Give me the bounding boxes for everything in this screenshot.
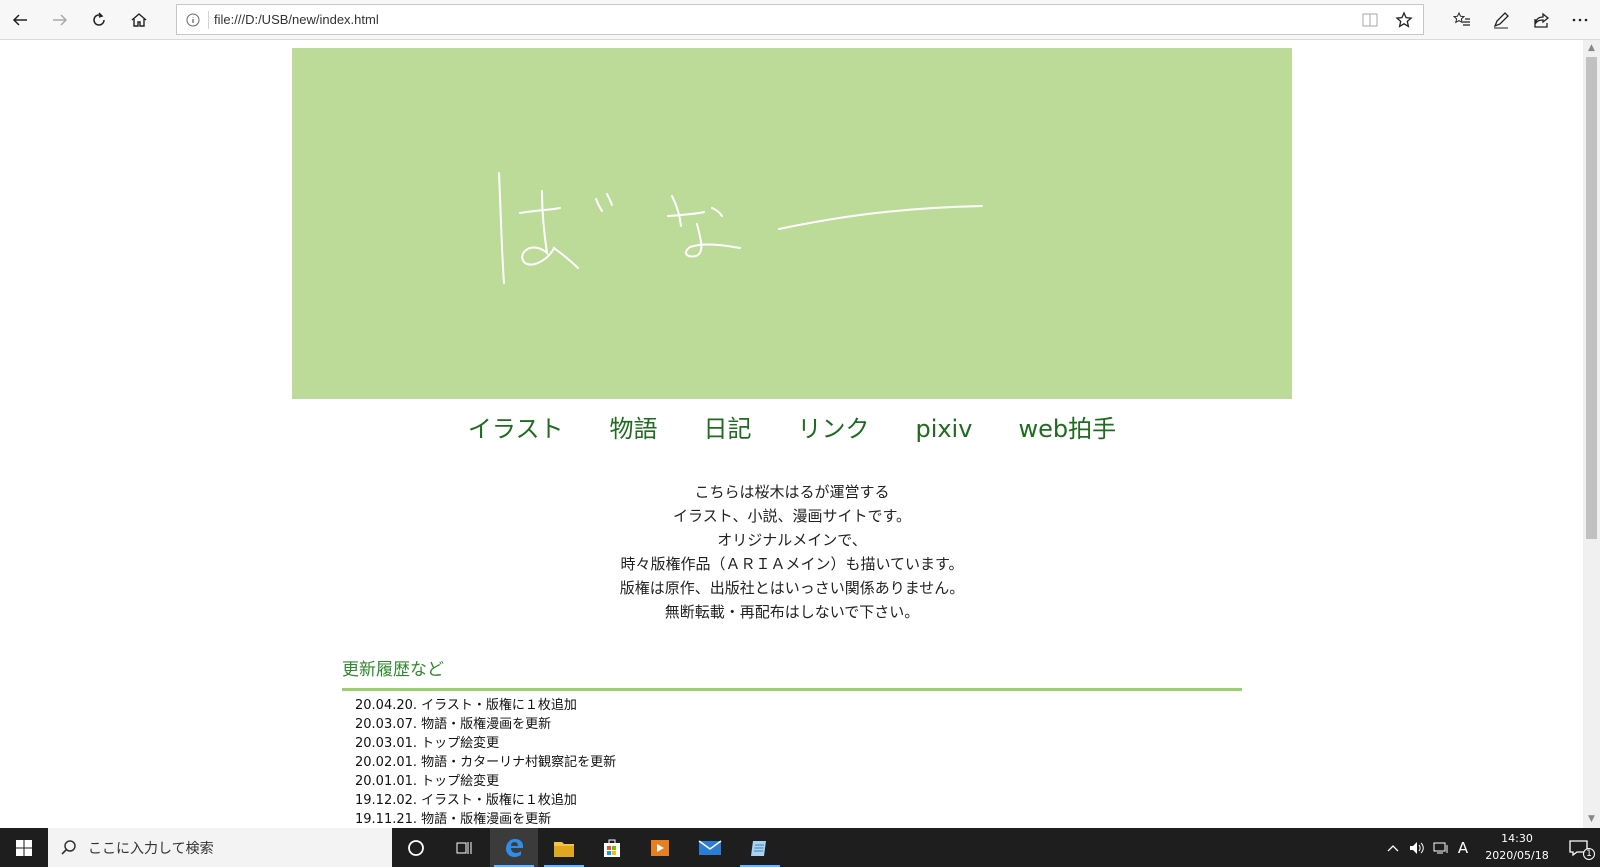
nav-link-illust[interactable]: イラスト: [468, 409, 564, 449]
notepad-icon[interactable]: [736, 828, 784, 867]
cortana-icon[interactable]: [392, 828, 440, 867]
history-item: 20.03.07. 物語・版権漫画を更新: [355, 717, 552, 732]
browser-toolbar: file:///D:/USB/new/index.html: [0, 0, 1600, 40]
notification-icon[interactable]: 1: [1562, 828, 1596, 867]
chevron-up-icon[interactable]: [1383, 828, 1403, 867]
address-separator: [208, 11, 209, 29]
edge-icon[interactable]: [490, 828, 538, 867]
history-item: 20.03.01. トップ絵変更: [355, 736, 500, 751]
intro-line: 無断転載・再配布はしないで下さい。: [664, 603, 920, 621]
search-placeholder: ここに入力して検索: [88, 840, 214, 857]
site-introduction: こちらは桜木はるが運営する イラスト、小説、漫画サイトです。 オリジナルメインで…: [292, 480, 1292, 624]
system-clock[interactable]: 14:30 2020/05/18: [1472, 830, 1562, 864]
ime-indicator[interactable]: A: [1454, 828, 1472, 867]
volume-icon[interactable]: [1406, 828, 1428, 867]
heading-divider: [342, 688, 1242, 691]
mail-icon[interactable]: [686, 828, 734, 867]
url-text[interactable]: file:///D:/USB/new/index.html: [214, 12, 379, 27]
hero-banner: [292, 48, 1292, 399]
handwritten-logo-icon: [498, 172, 983, 284]
windows-start-icon[interactable]: [0, 828, 48, 867]
refresh-icon[interactable]: [81, 4, 117, 36]
nav-link-pixiv[interactable]: pixiv: [915, 409, 972, 449]
favorites-list-icon[interactable]: [1444, 4, 1480, 36]
info-icon[interactable]: [185, 12, 201, 28]
forward-icon[interactable]: [42, 4, 78, 36]
history-item: 19.12.02. イラスト・版権に１枚追加: [355, 793, 577, 808]
history-item: 20.01.01. トップ絵変更: [355, 774, 500, 789]
file-explorer-icon[interactable]: [540, 828, 588, 867]
store-icon[interactable]: [588, 828, 636, 867]
notification-count: 1: [1583, 848, 1595, 860]
taskbar-search-box[interactable]: ここに入力して検索: [48, 828, 392, 867]
vertical-scrollbar[interactable]: ▲ ▼: [1583, 40, 1600, 828]
scrollbar-thumb[interactable]: [1586, 57, 1597, 539]
task-view-icon[interactable]: [440, 828, 488, 867]
nav-link-diary[interactable]: 日記: [703, 409, 751, 449]
update-history-list: 20.04.20. イラスト・版権に１枚追加 20.03.07. 物語・版権漫画…: [355, 696, 616, 828]
notes-pen-icon[interactable]: [1483, 4, 1519, 36]
history-item: 20.02.01. 物語・カターリナ村観察記を更新: [355, 755, 617, 770]
intro-line: オリジナルメインで、: [717, 531, 867, 549]
scroll-up-icon[interactable]: ▲: [1587, 44, 1596, 53]
windows-taskbar: ここに入力して検索 A 14:30 2020/05/18 1: [0, 828, 1600, 867]
page-viewport: イラスト 物語 日記 リンク pixiv web拍手 こちらは桜木はるが運営する…: [0, 40, 1583, 828]
intro-line: 時々版権作品（ＡＲＩＡメイン）も描いています。: [620, 555, 964, 573]
favorite-star-icon[interactable]: [1395, 11, 1413, 29]
main-navigation: イラスト 物語 日記 リンク pixiv web拍手: [292, 409, 1292, 449]
reading-view-icon[interactable]: [1361, 11, 1379, 29]
clock-time: 14:30: [1501, 832, 1533, 845]
share-icon[interactable]: [1523, 4, 1559, 36]
network-icon[interactable]: [1430, 828, 1452, 867]
nav-link-story[interactable]: 物語: [609, 409, 657, 449]
address-bar[interactable]: file:///D:/USB/new/index.html: [176, 4, 1424, 35]
clock-date: 2020/05/18: [1485, 849, 1549, 862]
history-item: 20.04.20. イラスト・版権に１枚追加: [355, 698, 577, 713]
history-item: 19.11.21. 物語・版権漫画を更新: [355, 812, 552, 827]
search-icon: [61, 839, 76, 855]
scroll-down-icon[interactable]: ▼: [1587, 815, 1596, 824]
media-player-icon[interactable]: [636, 828, 684, 867]
more-icon[interactable]: [1562, 4, 1598, 36]
intro-line: こちらは桜木はるが運営する: [694, 483, 890, 501]
home-icon[interactable]: [121, 4, 157, 36]
intro-line: イラスト、小説、漫画サイトです。: [673, 507, 911, 525]
nav-link-web-clap[interactable]: web拍手: [1018, 409, 1116, 449]
back-icon[interactable]: [2, 4, 38, 36]
nav-link-links[interactable]: リンク: [797, 409, 869, 449]
update-history-heading: 更新履歴など: [342, 660, 444, 680]
intro-line: 版権は原作、出版社とはいっさい関係ありません。: [619, 579, 965, 597]
